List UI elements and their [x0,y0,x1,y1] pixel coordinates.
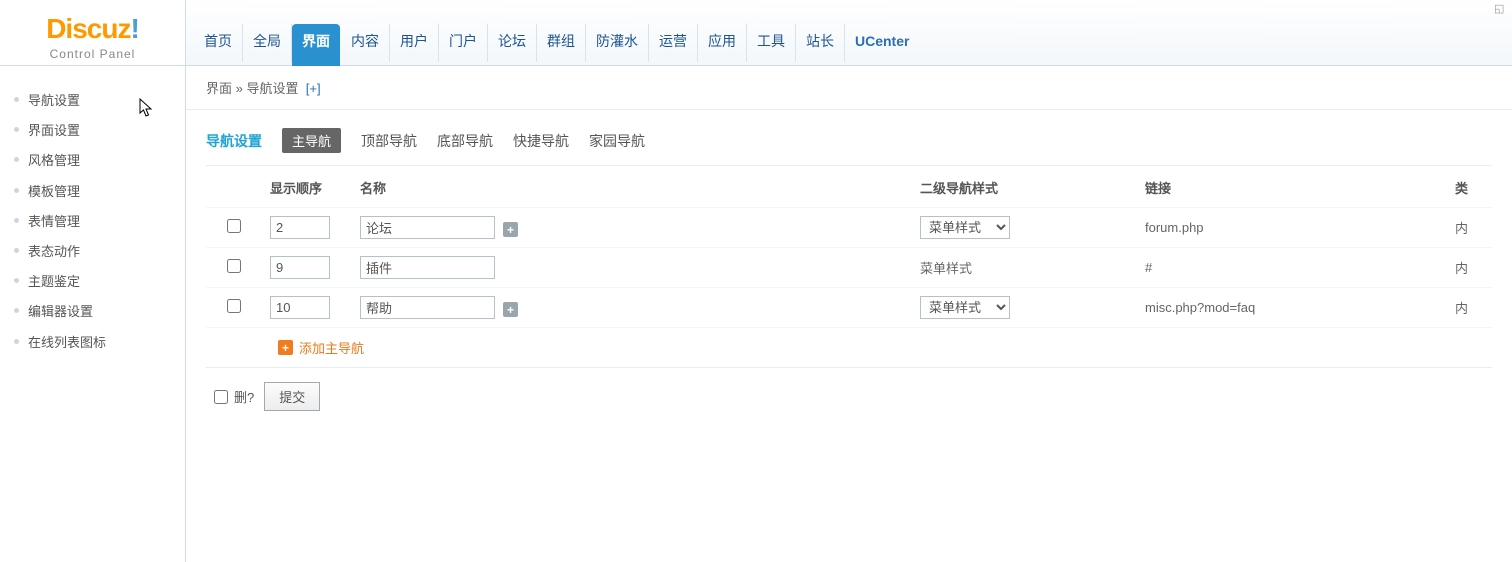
submit-row: 删? 提交 [206,367,1492,425]
nav-item-12[interactable]: 站长 [796,24,845,62]
sidebar-item-5[interactable]: 表态动作 [12,237,185,267]
name-input[interactable] [360,256,495,279]
nav-item-8[interactable]: 防灌水 [586,24,649,62]
subtabs: 导航设置 主导航顶部导航底部导航快捷导航家园导航 [186,110,1512,165]
sidebar: 导航设置界面设置风格管理模板管理表情管理表态动作主题鉴定编辑器设置在线列表图标 [0,66,185,562]
subnav-style-text: 菜单样式 [920,261,972,276]
name-input[interactable] [360,296,495,319]
nav-item-1[interactable]: 全局 [243,24,292,62]
subtab-3[interactable]: 快捷导航 [513,131,569,151]
main-nav: 首页全局界面内容用户门户论坛群组防灌水运营应用工具站长UCenter [185,0,1512,65]
link-text: forum.php [1145,220,1204,235]
subtab-0[interactable]: 主导航 [282,128,341,153]
subnav-style-select[interactable]: 菜单样式 [920,216,1010,239]
logo: Discuz! Control Panel [0,0,185,65]
th-order: 显示顺序 [262,166,352,208]
nav-item-11[interactable]: 工具 [747,24,796,62]
nav-item-2[interactable]: 界面 [292,24,340,66]
add-icon[interactable]: + [278,340,293,355]
type-text: 内 [1455,221,1468,236]
table-row: + 菜单样式 misc.php?mod=faq 内 [206,288,1492,328]
sidebar-item-1[interactable]: 界面设置 [12,116,185,146]
logo-subtitle: Control Panel [50,47,136,61]
row-checkbox[interactable] [227,219,241,233]
type-text: 内 [1455,301,1468,316]
nav-item-3[interactable]: 内容 [341,24,390,62]
submit-button[interactable]: 提交 [264,382,320,411]
nav-item-7[interactable]: 群组 [537,24,586,62]
sidebar-item-6[interactable]: 主题鉴定 [12,267,185,297]
sidebar-item-0[interactable]: 导航设置 [12,86,185,116]
link-text: misc.php?mod=faq [1145,300,1255,315]
sidebar-item-3[interactable]: 模板管理 [12,177,185,207]
subnav-style-select[interactable]: 菜单样式 [920,296,1010,319]
delete-label-text: 删? [234,387,254,406]
order-input[interactable] [270,216,330,239]
breadcrumb: 界面 » 导航设置 [+] [186,66,1512,110]
add-main-nav-link[interactable]: 添加主导航 [299,341,364,356]
type-text: 内 [1455,261,1468,276]
name-input[interactable] [360,216,495,239]
delete-all-checkbox[interactable] [214,390,228,404]
nav-item-5[interactable]: 门户 [439,24,488,62]
th-name: 名称 [352,166,912,208]
delete-all-label[interactable]: 删? [214,387,254,406]
th-check [206,166,262,208]
nav-table: 显示顺序 名称 二级导航样式 链接 类 +菜单样式forum.php内菜单样式#… [206,165,1492,367]
subtab-4[interactable]: 家园导航 [589,131,645,151]
th-link: 链接 [1137,166,1447,208]
breadcrumb-a[interactable]: 界面 [206,81,232,96]
nav-item-13[interactable]: UCenter [845,24,919,62]
nav-item-0[interactable]: 首页 [194,24,243,62]
sidebar-item-7[interactable]: 编辑器设置 [12,297,185,327]
main-content: 界面 » 导航设置 [+] 导航设置 主导航顶部导航底部导航快捷导航家园导航 显… [185,66,1512,562]
subtab-1[interactable]: 顶部导航 [361,131,417,151]
breadcrumb-b[interactable]: 导航设置 [246,81,298,96]
add-row: + 添加主导航 [206,328,1492,368]
collapse-icon[interactable]: ◱ [1494,2,1510,18]
th-subnav: 二级导航样式 [912,166,1137,208]
th-type: 类 [1447,166,1492,208]
table-row: + 菜单样式 forum.php 内 [206,208,1492,248]
breadcrumb-sep: » [232,81,246,96]
sidebar-item-4[interactable]: 表情管理 [12,207,185,237]
nav-item-10[interactable]: 应用 [698,24,747,62]
sidebar-item-8[interactable]: 在线列表图标 [12,328,185,358]
nav-item-9[interactable]: 运营 [649,24,698,62]
row-checkbox[interactable] [227,299,241,313]
logo-text: Discuz [46,13,130,44]
subtab-2[interactable]: 底部导航 [437,131,493,151]
breadcrumb-expand[interactable]: [+] [306,81,321,96]
nav-item-6[interactable]: 论坛 [488,24,537,62]
link-text: # [1145,260,1152,275]
order-input[interactable] [270,256,330,279]
order-input[interactable] [270,296,330,319]
expand-icon[interactable]: + [503,222,518,237]
expand-icon[interactable]: + [503,302,518,317]
nav-item-4[interactable]: 用户 [390,24,439,62]
table-row: 菜单样式 # 内 [206,248,1492,288]
logo-exclaim: ! [130,13,138,44]
row-checkbox[interactable] [227,259,241,273]
subtab-title: 导航设置 [206,131,262,151]
sidebar-item-2[interactable]: 风格管理 [12,146,185,176]
